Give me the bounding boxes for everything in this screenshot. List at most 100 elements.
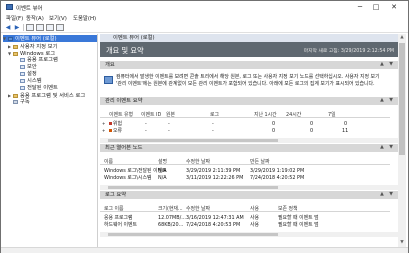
log-summary-hscrollbar[interactable]	[100, 232, 398, 237]
menu-file[interactable]: 파일(F)	[6, 14, 23, 22]
tree-item-forwarded-events[interactable]: 전달된 이벤트	[15, 85, 58, 92]
table-cell: 하드웨어 이벤트	[104, 222, 138, 228]
collapse-icon[interactable]: ▲ ▼	[380, 191, 395, 199]
column-header[interactable]: 원본	[166, 112, 175, 118]
tree-item-subscriptions[interactable]: 구독	[8, 99, 30, 106]
table-cell: -	[145, 121, 147, 127]
scrollbar-thumb[interactable]	[399, 43, 405, 155]
table-row[interactable]: Windows 로그\시스템 N/A 3/11/2019 12:22:26 PM…	[100, 175, 390, 181]
scrollbar-thumb[interactable]	[108, 233, 278, 236]
scroll-up-icon[interactable]: ▲	[398, 34, 406, 41]
tree-item-custom-views[interactable]: ▶ 사용자 지정 보기	[8, 43, 57, 50]
tree-item-label: 설정	[27, 71, 37, 77]
menu-view[interactable]: 보기(V)	[49, 14, 67, 22]
column-header[interactable]: 로그	[210, 112, 219, 118]
main-vscrollbar[interactable]: ▲ ▼	[398, 34, 406, 247]
column-header[interactable]: 이벤트 ID	[141, 112, 161, 118]
menu-help[interactable]: 도움말(H)	[73, 14, 96, 22]
help-icon[interactable]	[46, 24, 54, 31]
console-tree-icon[interactable]	[26, 24, 34, 31]
expand-icon[interactable]: +	[102, 128, 105, 134]
admin-events-table: 이벤트 유형 이벤트 ID 원본 로그 지난 1시간 24시간 7일 + 위험 …	[100, 108, 398, 138]
section-title: 관리 이벤트 요약	[105, 98, 143, 104]
tree-item-system[interactable]: 시스템	[15, 78, 42, 85]
column-header[interactable]: 설명	[158, 159, 167, 165]
column-header[interactable]: 이벤트 유형	[109, 112, 133, 118]
log-summary-section-header[interactable]: 로그 요약 ▲ ▼	[100, 191, 398, 199]
collapse-icon[interactable]: ▲ ▼	[380, 61, 395, 69]
column-header[interactable]: 24시간	[286, 112, 301, 118]
recent-nodes-hscrollbar[interactable]	[100, 185, 398, 190]
properties-icon[interactable]	[36, 24, 44, 31]
collapse-icon[interactable]: ▲ ▼	[380, 144, 395, 152]
table-header-row: 이벤트 유형 이벤트 ID 원본 로그 지난 1시간 24시간 7일	[100, 112, 390, 118]
scrollbar-thumb[interactable]	[108, 139, 278, 142]
scroll-down-icon[interactable]: ▼	[398, 239, 406, 246]
table-row[interactable]: + 위험 - - - 0 0 0	[100, 121, 390, 127]
section-title: 개요	[105, 62, 115, 68]
column-header[interactable]: 보존 정책	[278, 206, 298, 212]
recent-nodes-section-header[interactable]: 최근 열어본 노드 ▲ ▼	[100, 144, 398, 152]
tree-item-security[interactable]: 보안	[15, 64, 37, 71]
tree-item-label: 이벤트 뷰어 (로컬)	[15, 36, 57, 42]
close-button[interactable]: ✕	[387, 1, 401, 13]
table-cell: Windows 로그\시스템	[104, 175, 152, 181]
table-cell: 사용	[250, 222, 259, 228]
critical-icon	[109, 122, 112, 125]
table-cell: 7/24/2018 4:20:52 PM	[250, 175, 305, 181]
expand-icon[interactable]: +	[102, 121, 105, 127]
admin-events-hscrollbar[interactable]	[100, 138, 398, 143]
table-row[interactable]: + 오류 - - - 0 0 11	[100, 128, 390, 134]
subscriptions-icon	[13, 99, 18, 104]
column-header[interactable]: 로그 이름	[104, 206, 124, 212]
tree-item-application[interactable]: 응용 프로그램	[15, 57, 58, 64]
menu-action[interactable]: 동작(A)	[26, 14, 44, 22]
error-icon	[109, 129, 112, 132]
column-header[interactable]: 만든 날짜	[250, 159, 270, 165]
event-type-cell: 위험	[109, 121, 122, 127]
tree-item-event-viewer-local[interactable]: ▼ 이벤트 뷰어 (로컬)	[3, 35, 97, 42]
column-header[interactable]: 크기(현재...	[158, 206, 183, 212]
main-pane: 이벤트 뷰어 (로컬) 개요 및 요약 마지막 새로 고침: 3/29/2019…	[100, 34, 407, 247]
folder-icon	[13, 51, 18, 56]
status-bar	[1, 247, 408, 253]
maximize-button[interactable]: □	[369, 1, 383, 13]
table-cell: 7/24/2018 4:20:53 PM	[186, 222, 241, 228]
table-row[interactable]: 하드웨어 이벤트 68KB/20... 7/24/2018 4:20:53 PM…	[100, 222, 390, 228]
tree-item-windows-logs[interactable]: ▼ Windows 로그	[8, 50, 55, 57]
table-cell: 0	[310, 121, 314, 127]
table-cell: 0	[310, 128, 314, 134]
scrollbar-thumb[interactable]	[108, 186, 278, 189]
column-header[interactable]: 수정한 날짜	[186, 206, 210, 212]
column-header[interactable]: 지난 1시간	[254, 112, 277, 118]
column-header[interactable]: 사용	[250, 206, 259, 212]
table-row[interactable]: Windows 로그\전달된 이벤트 N/A 3/29/2019 2:11:39…	[100, 168, 390, 174]
back-icon[interactable]: ◀	[4, 24, 12, 31]
recent-nodes-table: 이름 설명 수정한 날짜 만든 날짜 Windows 로그\전달된 이벤트 N/…	[100, 155, 398, 185]
overview-line: '관리 이벤트'에는 원본에 관계없이 모든 관리 이벤트가 포함되어 있습니다…	[116, 81, 375, 87]
column-header[interactable]: 이름	[104, 159, 113, 165]
collapse-icon[interactable]: ▲ ▼	[380, 97, 395, 105]
tree-item-setup[interactable]: 설정	[15, 71, 37, 78]
tree-item-apps-services-logs[interactable]: ▶ 응용 프로그램 및 서비스 로그	[8, 92, 85, 99]
admin-events-section-header[interactable]: 관리 이벤트 요약 ▲ ▼	[100, 97, 398, 105]
table-cell: 12.07MB/...	[158, 215, 186, 221]
table-cell: 필요할 때 이벤트 덮	[278, 215, 319, 221]
log-icon	[20, 71, 25, 76]
overview-section-header[interactable]: 개요 ▲ ▼	[100, 61, 398, 69]
folder-icon	[13, 93, 18, 98]
table-cell: 3/11/2019 12:22:26 PM	[186, 175, 244, 181]
column-header[interactable]: 수정한 날짜	[186, 159, 210, 165]
log-icon	[20, 85, 25, 90]
tree-item-label: 구독	[20, 99, 30, 105]
title-bar: 이벤트 뷰어 ─ □ ✕	[1, 1, 408, 13]
table-header-row: 이름 설명 수정한 날짜 만든 날짜	[100, 159, 390, 165]
forward-icon[interactable]: ▶	[13, 24, 21, 31]
table-row[interactable]: 응용 프로그램 12.07MB/... 3/16/2019 12:47:31 A…	[100, 215, 390, 221]
tree-item-label: 보안	[27, 64, 37, 70]
table-cell: -	[212, 128, 214, 134]
minimize-button[interactable]: ─	[353, 1, 367, 13]
action-pane-icon[interactable]	[56, 24, 64, 31]
column-header[interactable]: 7일	[328, 112, 336, 118]
table-cell: -	[168, 121, 170, 127]
